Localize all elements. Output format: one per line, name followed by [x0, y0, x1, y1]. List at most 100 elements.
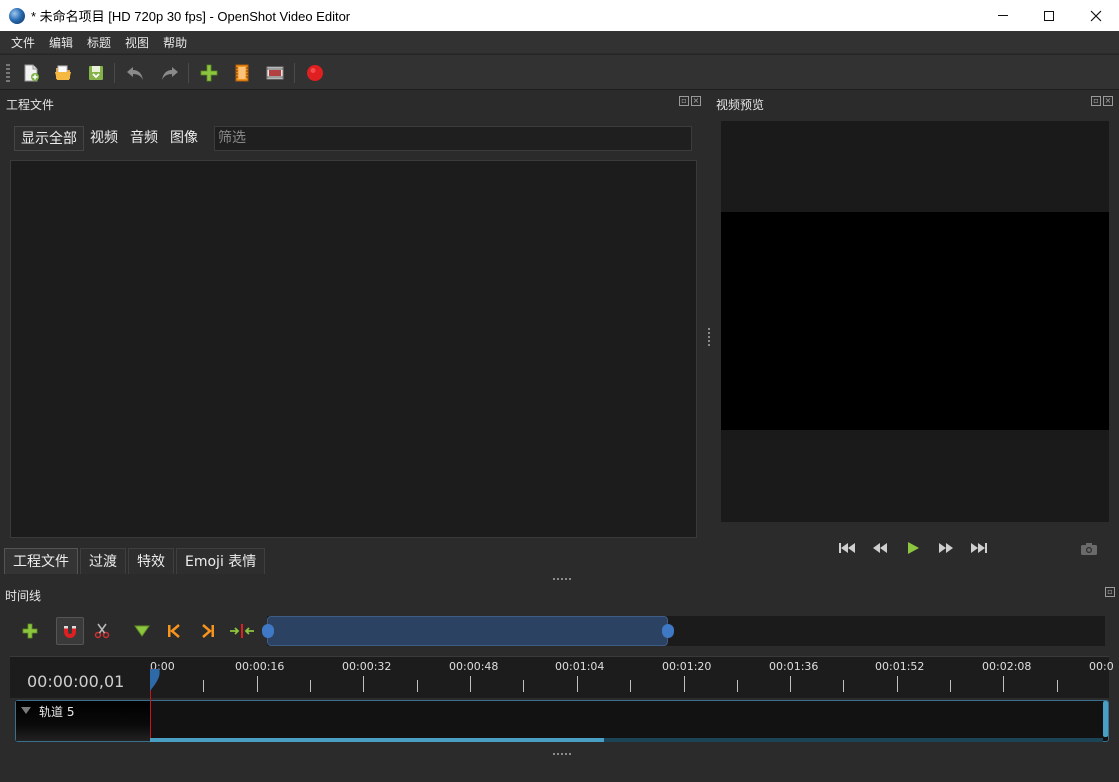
add-track-button[interactable] [16, 617, 44, 645]
previous-marker-button[interactable] [160, 617, 188, 645]
close-panel-icon[interactable]: × [1103, 96, 1113, 106]
window-title: * 未命名项目 [HD 720p 30 fps] - OpenShot Vide… [31, 9, 351, 24]
menu-help[interactable]: 帮助 [156, 34, 194, 51]
export-video-icon [307, 65, 323, 81]
add-marker-icon [134, 625, 150, 637]
add-track-icon [22, 623, 38, 639]
tab-effects[interactable]: 特效 [128, 548, 174, 574]
ruler-tick [684, 676, 685, 692]
choose-profile-button[interactable] [231, 62, 253, 84]
import-files-button[interactable] [198, 62, 220, 84]
track-label: 轨道 5 [39, 705, 75, 719]
jump-end-icon [971, 543, 987, 553]
tab-transitions[interactable]: 过渡 [80, 548, 126, 574]
new-project-icon [24, 64, 39, 82]
track-header[interactable] [16, 701, 150, 741]
menu-title[interactable]: 标题 [80, 34, 118, 51]
timeline-vertical-scroll-thumb[interactable] [1103, 701, 1108, 737]
vertical-splitter-handle[interactable] [708, 328, 710, 346]
import-files-icon [200, 64, 218, 82]
previous-marker-icon [168, 624, 180, 638]
project-files-list[interactable] [10, 160, 697, 538]
float-panel-icon[interactable]: ▫ [1105, 587, 1115, 597]
ruler-tick [417, 680, 418, 692]
new-project-button[interactable] [20, 62, 42, 84]
play-button[interactable] [904, 540, 922, 556]
tick-label: 00:00:16 [235, 660, 285, 673]
openshot-logo-icon [9, 7, 25, 24]
menu-view[interactable]: 视图 [118, 34, 156, 51]
open-project-button[interactable] [52, 62, 74, 84]
tick-label: 00:00:48 [449, 660, 499, 673]
jump-end-button[interactable] [970, 540, 988, 556]
maximize-icon [1044, 10, 1054, 21]
video-preview-area[interactable] [721, 121, 1109, 522]
toolbar-grip[interactable] [6, 64, 10, 82]
menu-file[interactable]: 文件 [4, 34, 42, 51]
close-panel-icon[interactable]: × [691, 96, 701, 106]
razor-tool-button[interactable] [88, 617, 116, 645]
save-project-icon [89, 66, 103, 80]
center-timeline-button[interactable] [228, 617, 256, 645]
toolbar-separator [114, 63, 115, 83]
tab-project-files[interactable]: 工程文件 [4, 548, 78, 574]
maximize-button[interactable] [1026, 0, 1072, 31]
filter-image-button[interactable]: 图像 [164, 126, 204, 151]
snapping-toggle[interactable] [56, 617, 84, 645]
filter-input[interactable]: 筛选 [214, 126, 692, 151]
dock-tabs: 工程文件 过渡 特效 Emoji 表情 [4, 548, 267, 574]
play-icon [908, 542, 919, 554]
timeline-zoom-window[interactable] [267, 616, 668, 646]
zoom-handle-right[interactable] [662, 624, 674, 638]
fullscreen-button[interactable] [264, 62, 286, 84]
filter-show-all-button[interactable]: 显示全部 [14, 126, 84, 151]
timeline-dock-controls: ▫ [1105, 587, 1115, 597]
rewind-button[interactable] [871, 540, 889, 556]
export-video-button[interactable] [304, 62, 326, 84]
timeline-scroll-thumb[interactable] [150, 738, 604, 742]
rewind-icon [873, 543, 887, 553]
camera-icon [1081, 543, 1097, 555]
preview-dock-controls: ▫ × [1091, 96, 1113, 106]
bottom-splitter-handle[interactable] [553, 753, 571, 755]
open-project-icon [55, 65, 71, 80]
snapping-icon [64, 626, 76, 638]
horizontal-splitter-handle[interactable] [553, 578, 571, 580]
ruler-tick [470, 676, 471, 692]
filter-video-button[interactable]: 视频 [84, 126, 124, 151]
next-marker-button[interactable] [194, 617, 222, 645]
ruler-tick [1003, 676, 1004, 692]
fullscreen-icon [266, 66, 284, 80]
main-toolbar [0, 54, 1119, 90]
save-project-button[interactable] [85, 62, 107, 84]
project-files-dock-controls: ▫ × [679, 96, 701, 106]
playhead-marker-icon[interactable] [149, 669, 161, 691]
filter-audio-button[interactable]: 音频 [124, 126, 164, 151]
snapshot-button[interactable] [1080, 541, 1098, 555]
minimize-button[interactable] [980, 0, 1026, 31]
redo-icon [162, 67, 178, 80]
close-button[interactable] [1073, 0, 1119, 31]
razor-icon [94, 623, 110, 639]
tick-label: 00:00:32 [342, 660, 392, 673]
tick-label: 00:0 [1089, 660, 1114, 673]
jump-start-button[interactable] [838, 540, 856, 556]
tick-label: 00:01:04 [555, 660, 605, 673]
float-panel-icon[interactable]: ▫ [679, 96, 689, 106]
next-marker-icon [202, 624, 214, 638]
tab-emoji[interactable]: Emoji 表情 [176, 548, 266, 574]
zoom-handle-left[interactable] [262, 624, 274, 638]
ruler-tick [950, 680, 951, 692]
fast-forward-button[interactable] [937, 540, 955, 556]
menu-bar: 文件 编辑 标题 视图 帮助 [0, 31, 1119, 53]
ruler-tick [790, 676, 791, 692]
menu-edit[interactable]: 编辑 [42, 34, 80, 51]
undo-button[interactable] [124, 62, 146, 84]
add-marker-button[interactable] [128, 617, 156, 645]
redo-button[interactable] [159, 62, 181, 84]
ruler-tick [1057, 680, 1058, 692]
float-panel-icon[interactable]: ▫ [1091, 96, 1101, 106]
current-timecode: 00:00:00,01 [27, 672, 125, 691]
track-collapse-icon[interactable] [21, 707, 31, 714]
track-row[interactable] [15, 700, 1109, 742]
